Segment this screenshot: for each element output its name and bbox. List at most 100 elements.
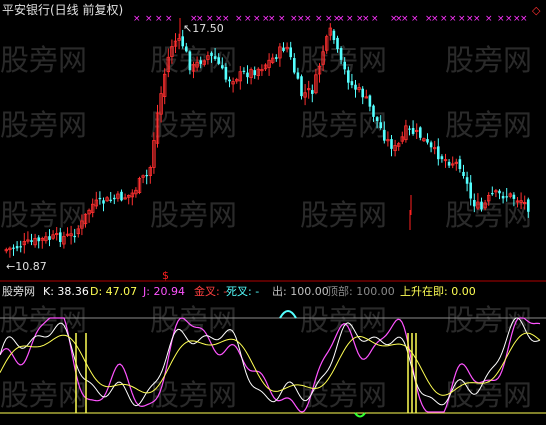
candlestick[interactable]: [263, 63, 268, 71]
candlestick[interactable]: [303, 84, 307, 106]
candlestick[interactable]: [390, 135, 393, 157]
candlestick[interactable]: [354, 80, 357, 98]
candlestick[interactable]: [289, 41, 292, 60]
candlestick[interactable]: [270, 53, 275, 65]
candlestick[interactable]: [396, 141, 401, 151]
candlestick[interactable]: [33, 233, 37, 248]
candlestick[interactable]: [393, 139, 397, 157]
candle-body: [440, 156, 444, 160]
candlestick[interactable]: [462, 164, 465, 179]
candle-body: [188, 51, 192, 71]
candlestick[interactable]: [234, 77, 239, 84]
candlestick[interactable]: [109, 191, 112, 203]
candlestick[interactable]: [400, 131, 404, 145]
candle-body: [336, 37, 339, 50]
candlestick[interactable]: [12, 244, 15, 256]
candle-body: [469, 182, 472, 199]
candlestick[interactable]: [311, 84, 314, 103]
candlestick[interactable]: [249, 67, 253, 85]
chart-canvas[interactable]: 股旁网 股旁网 股旁网 股旁网股旁网 股旁网 股旁网 股旁网股旁网 股旁网 股旁网 股旁网股旁网股…: [0, 0, 546, 425]
candle-body: [347, 70, 350, 83]
candle-body: [411, 128, 415, 134]
candlestick[interactable]: [306, 80, 311, 99]
candlestick[interactable]: [267, 53, 271, 76]
corner-diamond-icon[interactable]: ◇: [532, 4, 541, 17]
candlestick[interactable]: [26, 231, 30, 244]
candlestick[interactable]: [361, 86, 364, 105]
candlestick[interactable]: [8, 246, 12, 258]
candlestick[interactable]: [285, 42, 289, 53]
candlestick[interactable]: [145, 169, 148, 185]
candlestick[interactable]: [454, 158, 458, 171]
candlestick[interactable]: [134, 187, 138, 198]
candlestick[interactable]: [429, 140, 433, 153]
candlestick[interactable]: [91, 198, 95, 218]
candlestick[interactable]: [130, 189, 134, 206]
candlestick[interactable]: [364, 89, 368, 99]
candlestick[interactable]: [4, 247, 8, 254]
candlestick[interactable]: [422, 137, 426, 142]
candlestick[interactable]: [37, 235, 40, 249]
candlestick[interactable]: [102, 197, 105, 212]
candlestick[interactable]: [44, 232, 48, 244]
candle-body: [102, 200, 105, 204]
candlestick[interactable]: [443, 153, 448, 168]
candlestick[interactable]: [408, 125, 411, 136]
candlestick[interactable]: [141, 174, 145, 184]
candlestick[interactable]: [447, 159, 451, 169]
candle-body: [289, 47, 292, 58]
candlestick[interactable]: [62, 231, 66, 249]
candlestick[interactable]: [22, 232, 26, 254]
candlestick[interactable]: [300, 74, 303, 100]
candlestick[interactable]: [278, 43, 282, 67]
candle-body: [37, 237, 40, 242]
candlestick[interactable]: [296, 67, 300, 80]
candlestick[interactable]: [432, 140, 437, 155]
candlestick[interactable]: [419, 126, 422, 141]
candlestick[interactable]: [260, 64, 264, 76]
candlestick[interactable]: [127, 194, 131, 205]
candlestick[interactable]: [275, 54, 278, 62]
candlestick[interactable]: [282, 42, 285, 53]
candlestick[interactable]: [256, 67, 260, 80]
candlestick[interactable]: [137, 176, 142, 195]
candlestick[interactable]: [113, 194, 116, 205]
candlestick[interactable]: [228, 76, 231, 88]
candlestick[interactable]: [253, 66, 256, 79]
candlestick[interactable]: [414, 123, 419, 139]
candlestick[interactable]: [15, 241, 19, 252]
candlestick[interactable]: [87, 208, 91, 223]
candlestick[interactable]: [494, 188, 498, 198]
candlestick[interactable]: [404, 119, 408, 143]
candlestick[interactable]: [120, 189, 123, 202]
candlestick[interactable]: [332, 29, 336, 44]
candlestick[interactable]: [491, 186, 494, 196]
candlestick[interactable]: [98, 191, 102, 205]
candlestick[interactable]: [116, 191, 120, 202]
candlestick[interactable]: [242, 67, 246, 75]
candlestick[interactable]: [411, 120, 415, 136]
candle-body: [199, 60, 202, 64]
candlestick[interactable]: [30, 233, 33, 246]
candlestick[interactable]: [426, 133, 429, 145]
candlestick[interactable]: [40, 236, 44, 249]
candlestick[interactable]: [19, 240, 22, 253]
candlestick[interactable]: [458, 155, 462, 173]
candlestick[interactable]: [450, 156, 455, 169]
candlestick[interactable]: [440, 154, 444, 163]
candle-body: [224, 66, 228, 80]
candlestick[interactable]: [105, 196, 109, 202]
candlestick[interactable]: [94, 191, 98, 210]
candlestick[interactable]: [246, 65, 249, 84]
candlestick[interactable]: [148, 165, 152, 184]
candlestick[interactable]: [465, 171, 469, 192]
candlestick[interactable]: [328, 23, 332, 41]
candlestick[interactable]: [293, 53, 296, 75]
candlestick[interactable]: [231, 77, 235, 93]
candlestick[interactable]: [123, 193, 127, 200]
candlestick[interactable]: [238, 65, 242, 90]
candlestick[interactable]: [357, 83, 361, 93]
candlestick[interactable]: [437, 138, 440, 166]
low-price-label: ←10.87: [6, 260, 47, 273]
candle-body: [120, 191, 123, 201]
